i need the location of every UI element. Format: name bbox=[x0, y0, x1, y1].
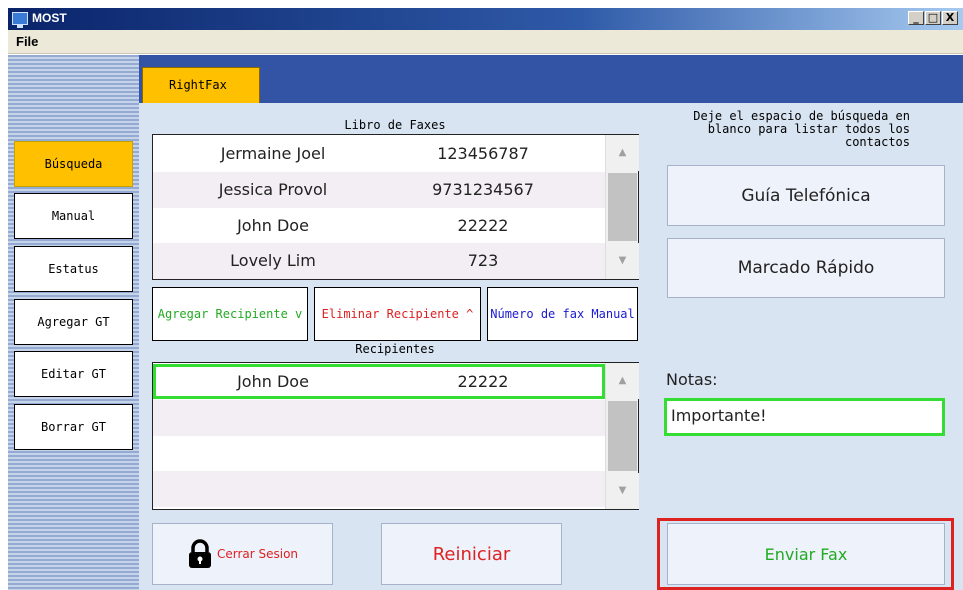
scroll-up-icon[interactable]: ▲ bbox=[606, 135, 639, 171]
scroll-up-icon[interactable]: ▲ bbox=[606, 363, 639, 399]
empty-row bbox=[153, 471, 605, 507]
table-row[interactable]: John Doe 22222 bbox=[153, 208, 605, 244]
phone-guide-button[interactable]: Guía Telefónica bbox=[667, 165, 945, 226]
add-recipient-button[interactable]: Agregar Recipiente v bbox=[152, 287, 308, 341]
contact-name: Jessica Provol bbox=[218, 180, 328, 199]
empty-row bbox=[153, 400, 605, 436]
send-fax-button[interactable]: Enviar Fax bbox=[667, 523, 945, 585]
search-help-text: Deje el espacio de búsqueda en blanco pa… bbox=[693, 109, 910, 149]
fax-book-title: Libro de Faxes bbox=[344, 118, 446, 132]
fax-book-list: Jermaine Joel 123456787 Jessica Provol 9… bbox=[152, 134, 639, 280]
minimize-button[interactable]: _ bbox=[908, 11, 924, 25]
recipients-title: Recipientes bbox=[355, 342, 435, 356]
reset-button[interactable]: Reiniciar bbox=[381, 523, 562, 585]
table-row[interactable]: Lovely Lim 723 bbox=[153, 243, 605, 279]
header-band bbox=[139, 55, 963, 103]
contact-number: 22222 bbox=[457, 216, 509, 235]
contact-name: John Doe bbox=[237, 216, 309, 235]
sidebar-item-editar-gt[interactable]: Editar GT bbox=[14, 351, 133, 397]
table-row[interactable]: John Doe 22222 bbox=[153, 364, 605, 399]
table-row[interactable]: Jermaine Joel 123456787 bbox=[153, 136, 605, 172]
scroll-thumb[interactable] bbox=[608, 401, 637, 471]
menu-file[interactable]: File bbox=[16, 34, 38, 49]
computer-icon bbox=[12, 12, 28, 28]
menu-bar: File bbox=[8, 30, 963, 54]
sidebar-item-manual[interactable]: Manual bbox=[14, 193, 133, 239]
scroll-down-icon[interactable]: ▼ bbox=[606, 243, 639, 279]
sidebar-item-estatus[interactable]: Estatus bbox=[14, 246, 133, 292]
notes-label: Notas: bbox=[666, 370, 718, 389]
scroll-down-icon[interactable]: ▼ bbox=[606, 473, 639, 509]
notes-input[interactable]: Importante! bbox=[664, 398, 945, 436]
contact-number: 723 bbox=[467, 251, 499, 270]
manual-fax-number-button[interactable]: Número de fax Manual bbox=[487, 287, 638, 341]
recipients-scrollbar[interactable]: ▲ ▼ bbox=[605, 363, 639, 509]
contact-number: 123456787 bbox=[437, 144, 529, 163]
contact-name: Jermaine Joel bbox=[220, 144, 326, 163]
contact-number: 9731234567 bbox=[432, 180, 534, 199]
logout-label: Cerrar Sesion bbox=[216, 547, 299, 561]
contact-name: Lovely Lim bbox=[230, 251, 316, 270]
table-row[interactable]: Jessica Provol 9731234567 bbox=[153, 172, 605, 208]
title-bar: MOST _ □ X bbox=[8, 8, 963, 30]
logout-button[interactable]: Cerrar Sesion bbox=[152, 523, 333, 585]
lock-icon bbox=[188, 539, 211, 568]
recipients-list: John Doe 22222 ▲ ▼ bbox=[152, 362, 639, 510]
scroll-thumb[interactable] bbox=[608, 173, 637, 241]
sidebar-item-busqueda[interactable]: Búsqueda bbox=[14, 141, 133, 187]
speed-dial-button[interactable]: Marcado Rápido bbox=[667, 238, 945, 298]
close-button[interactable]: X bbox=[942, 11, 958, 25]
tab-rightfax[interactable]: RightFax bbox=[142, 67, 260, 103]
window-title: MOST bbox=[32, 11, 67, 25]
maximize-button[interactable]: □ bbox=[925, 11, 941, 25]
sidebar-item-agregar-gt[interactable]: Agregar GT bbox=[14, 299, 133, 345]
remove-recipient-button[interactable]: Eliminar Recipiente ^ bbox=[314, 287, 481, 341]
fax-book-scrollbar[interactable]: ▲ ▼ bbox=[605, 135, 639, 279]
recipient-name: John Doe bbox=[237, 372, 309, 391]
recipient-number: 22222 bbox=[457, 372, 509, 391]
sidebar-item-borrar-gt[interactable]: Borrar GT bbox=[14, 404, 133, 450]
